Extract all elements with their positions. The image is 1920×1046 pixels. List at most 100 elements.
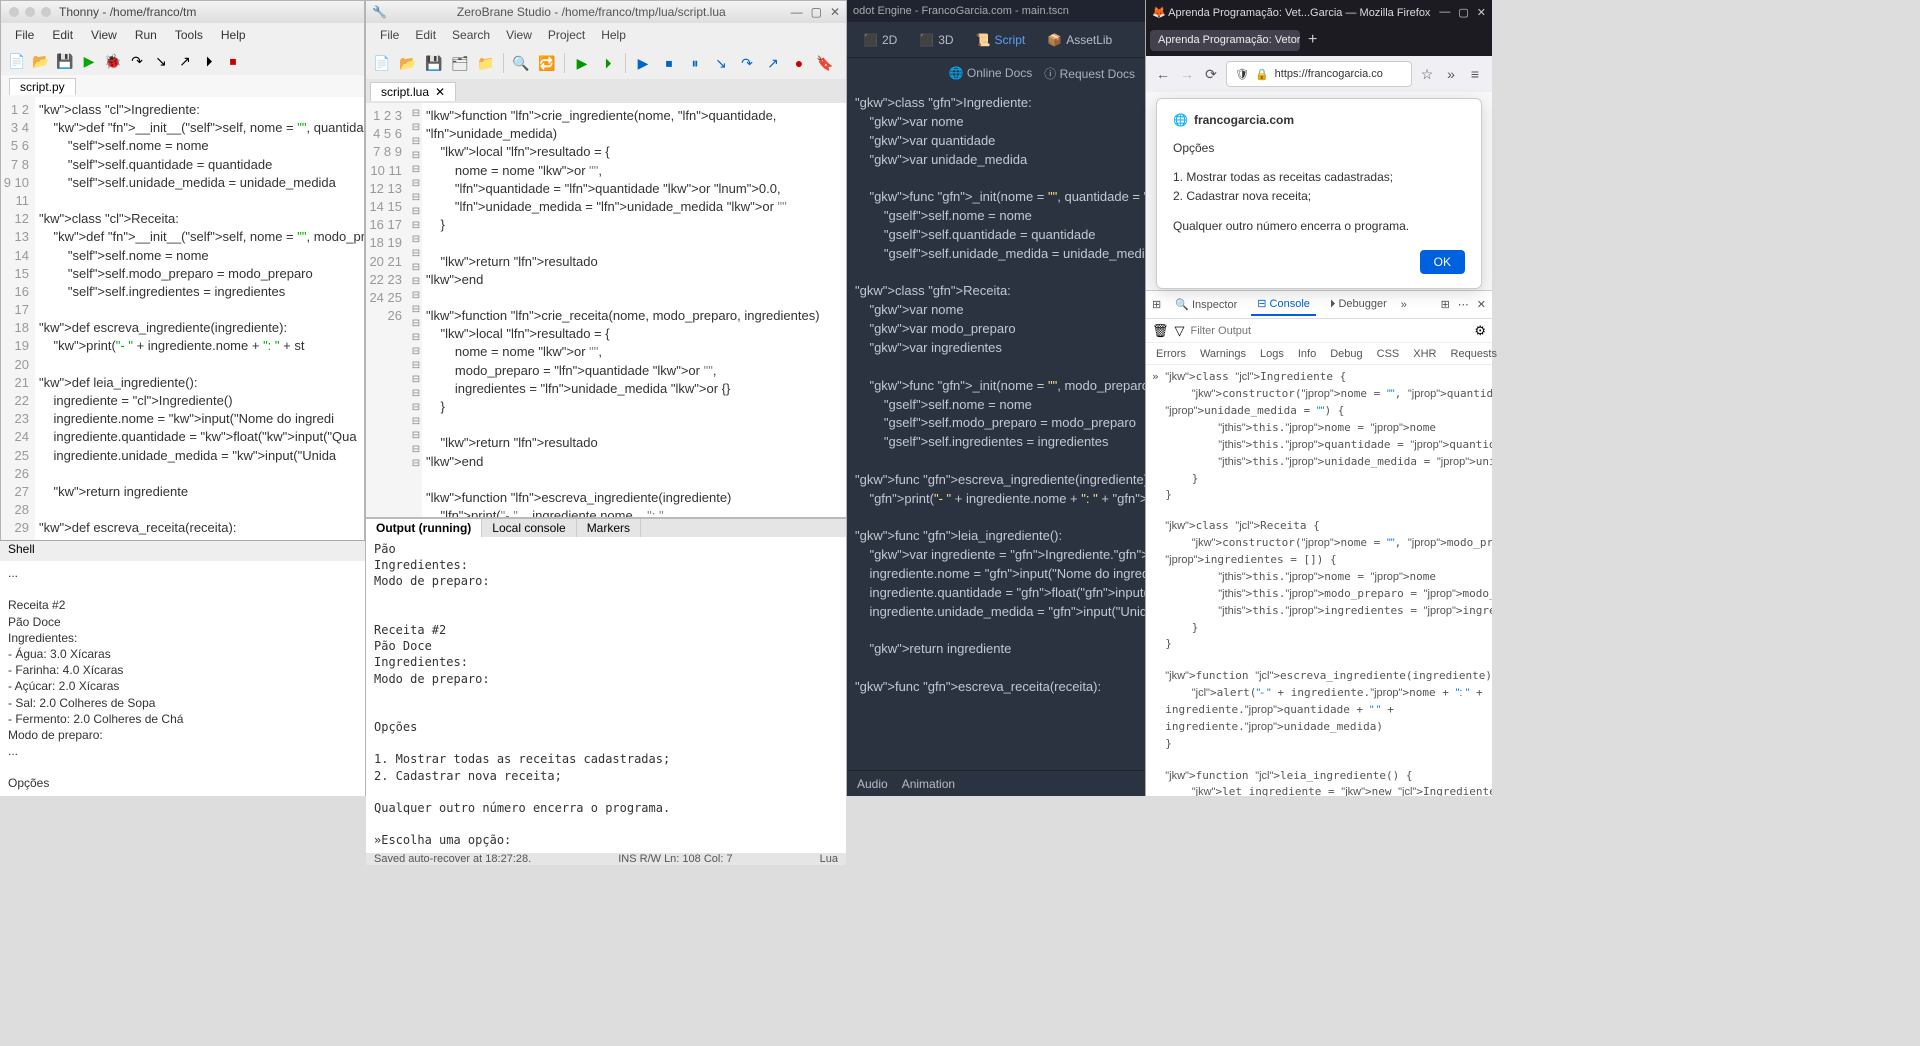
new-icon[interactable]: 📄 <box>7 51 27 71</box>
cat-xhr[interactable]: XHR <box>1409 346 1440 362</box>
replace-icon[interactable]: 🔁 <box>535 51 559 75</box>
maximize-icon[interactable]: ▢ <box>1458 6 1468 19</box>
tab-script[interactable]: 📜 Script <box>970 29 1032 51</box>
editor-tab[interactable]: script.py <box>9 78 76 95</box>
break-icon[interactable]: ⏸ <box>683 51 707 75</box>
close-icon[interactable]: ✕ <box>1477 6 1486 19</box>
step-out-icon[interactable]: ↗ <box>175 51 195 71</box>
open-icon[interactable]: 📂 <box>31 51 51 71</box>
tab-audio[interactable]: Audio <box>857 777 888 791</box>
devtools-output[interactable]: » "jkw">class "jcl">Ingrediente { "jkw">… <box>1146 365 1492 796</box>
browser-tab[interactable]: Aprenda Programação: Vetor ✕ <box>1150 30 1300 51</box>
back-icon[interactable]: ← <box>1154 66 1172 82</box>
clear-icon[interactable]: 🗑 <box>1152 323 1169 339</box>
cat-debug[interactable]: Debug <box>1326 346 1366 362</box>
devtools-close-icon[interactable]: ✕ <box>1477 298 1486 311</box>
tab-debugger[interactable]: ⏵ Debugger <box>1324 294 1393 315</box>
cat-warnings[interactable]: Warnings <box>1196 346 1250 362</box>
zb-fold-gutter[interactable]: ⊟⊟⊟⊟⊟⊟⊟⊟⊟⊟⊟⊟⊟⊟⊟⊟⊟⊟⊟⊟⊟⊟⊟⊟⊟⊟ <box>410 103 422 517</box>
stop-icon[interactable]: ⏹ <box>657 51 681 75</box>
maximize-icon[interactable]: ▢ <box>811 5 822 19</box>
bookmark-icon[interactable]: 🔖 <box>813 51 837 75</box>
new-tab-button[interactable]: + <box>1300 27 1325 53</box>
step-into-icon[interactable]: ↘ <box>151 51 171 71</box>
menu-edit[interactable]: Edit <box>46 26 79 44</box>
close-tab-icon[interactable]: ✕ <box>435 85 445 99</box>
online-docs-link[interactable]: 🌐 Online Docs <box>949 66 1033 80</box>
menu-project[interactable]: Project <box>542 26 591 44</box>
minimize-icon[interactable]: — <box>1439 6 1450 19</box>
toggle-bp-icon[interactable]: ● <box>787 51 811 75</box>
resume-icon[interactable]: ⏵ <box>199 51 219 71</box>
debug-icon[interactable]: ▶ <box>631 51 655 75</box>
run-noargs-icon[interactable]: ⏵ <box>596 51 620 75</box>
shell-output[interactable]: ... Receita #2 Pão Doce Ingredientes: - … <box>0 561 365 796</box>
tab-local-console[interactable]: Local console <box>482 519 576 537</box>
zb-output[interactable]: Pão Ingredientes: Modo de preparo: Recei… <box>366 537 846 853</box>
tab-2d[interactable]: ⬛ 2D <box>857 29 903 51</box>
more-tabs-icon[interactable]: » <box>1401 299 1407 311</box>
open-icon[interactable]: 📂 <box>396 51 420 75</box>
menu-view[interactable]: View <box>500 26 538 44</box>
menu-search[interactable]: Search <box>446 26 496 44</box>
minimize-icon[interactable]: — <box>791 5 803 19</box>
project-dir-icon[interactable]: 📁 <box>474 51 498 75</box>
inspector-picker-icon[interactable]: ⊞ <box>1152 298 1161 311</box>
tab-animation[interactable]: Animation <box>902 777 955 791</box>
step-over-icon[interactable]: ↷ <box>127 51 147 71</box>
stop-icon[interactable]: ⏹ <box>223 51 243 71</box>
tab-console[interactable]: ⊟ Console <box>1251 293 1316 316</box>
cat-logs[interactable]: Logs <box>1256 346 1288 362</box>
zb-code[interactable]: "lkw">function "lfn">crie_ingrediente(no… <box>422 103 846 517</box>
tab-markers[interactable]: Markers <box>577 519 641 537</box>
tab-3d[interactable]: ⬛ 3D <box>913 29 959 51</box>
settings-icon[interactable]: ⚙ <box>1474 323 1486 339</box>
tab-assetlib[interactable]: 📦 AssetLib <box>1041 29 1118 51</box>
step-out-icon[interactable]: ↗ <box>761 51 785 75</box>
menu-tools[interactable]: Tools <box>169 26 209 44</box>
cat-info[interactable]: Info <box>1294 346 1320 362</box>
menu-help[interactable]: Help <box>215 26 252 44</box>
shell-tab[interactable]: Shell <box>0 541 365 561</box>
devtools-settings-icon[interactable]: ⊞ <box>1441 298 1450 311</box>
save-all-icon[interactable]: 🗂 <box>448 51 472 75</box>
zb-title: ZeroBrane Studio - /home/franco/tmp/lua/… <box>392 5 791 19</box>
run-icon[interactable]: ▶ <box>79 51 99 71</box>
tab-output[interactable]: Output (running) <box>366 519 482 537</box>
step-over-icon[interactable]: ↷ <box>735 51 759 75</box>
devtools-menu-icon[interactable]: ⋯ <box>1458 298 1469 311</box>
godot-code[interactable]: "gkw">class "gfn">Ingrediente: "gkw">var… <box>847 88 1145 770</box>
editor-tab[interactable]: script.lua✕ <box>370 82 456 101</box>
tab-inspector[interactable]: 🔍 Inspector <box>1169 294 1243 315</box>
menu-file[interactable]: File <box>374 26 405 44</box>
bookmark-icon[interactable]: ☆ <box>1418 66 1436 83</box>
ok-button[interactable]: OK <box>1420 250 1465 274</box>
shield-icon[interactable]: 🛡 <box>1235 68 1249 81</box>
url-bar[interactable]: 🛡 🔒 https://francogarcia.co <box>1226 61 1412 87</box>
new-icon[interactable]: 📄 <box>370 51 394 75</box>
zb-editor[interactable]: 1 2 3 4 5 6 7 8 9 10 11 12 13 14 15 16 1… <box>366 103 846 517</box>
find-icon[interactable]: 🔍 <box>509 51 533 75</box>
overflow-icon[interactable]: » <box>1442 66 1460 82</box>
forward-icon[interactable]: → <box>1178 66 1196 82</box>
menu-file[interactable]: File <box>9 26 40 44</box>
close-icon[interactable]: ✕ <box>830 5 840 19</box>
save-icon[interactable]: 💾 <box>55 51 75 71</box>
debug-icon[interactable]: 🐞 <box>103 51 123 71</box>
request-docs-link[interactable]: ⓘ Request Docs <box>1044 65 1135 82</box>
run-icon[interactable]: ▶ <box>570 51 594 75</box>
menu-icon[interactable]: ≡ <box>1466 66 1484 82</box>
menu-view[interactable]: View <box>85 26 123 44</box>
reload-icon[interactable]: ⟳ <box>1202 66 1220 83</box>
step-into-icon[interactable]: ↘ <box>709 51 733 75</box>
cat-css[interactable]: CSS <box>1373 346 1404 362</box>
cat-errors[interactable]: Errors <box>1152 346 1190 362</box>
menu-edit[interactable]: Edit <box>409 26 442 44</box>
dialog-host: 🌐francogarcia.com <box>1173 113 1465 127</box>
filter-input[interactable] <box>1191 325 1469 337</box>
menu-help[interactable]: Help <box>595 26 632 44</box>
menu-run[interactable]: Run <box>129 26 163 44</box>
cat-requests[interactable]: Requests <box>1447 346 1501 362</box>
filter-icon[interactable]: ▽ <box>1175 323 1185 339</box>
save-icon[interactable]: 💾 <box>422 51 446 75</box>
